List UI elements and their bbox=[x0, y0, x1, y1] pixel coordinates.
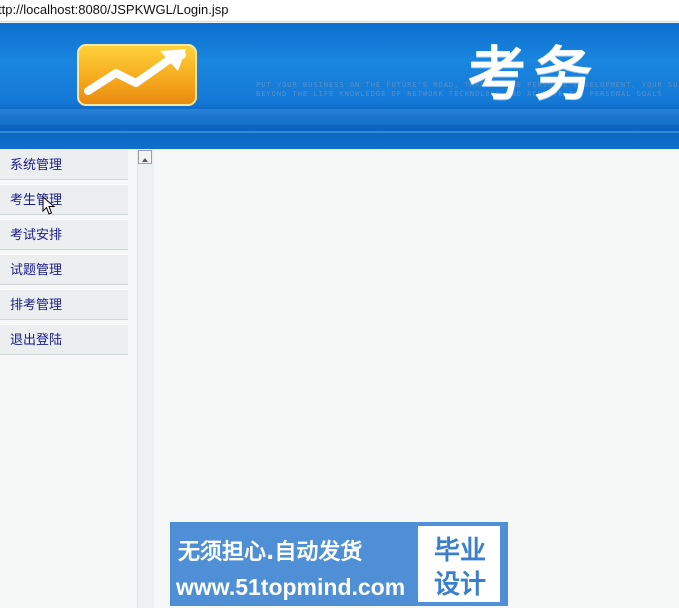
ad-badge-line-1: 毕业 bbox=[433, 536, 486, 566]
sidebar-item-exam-schedule[interactable]: 考试安排 bbox=[0, 219, 128, 250]
sidebar-item-logout[interactable]: 退出登陆 bbox=[0, 324, 128, 355]
address-url[interactable]: ttp://localhost:8080/JSPKWGL/Login.jsp bbox=[0, 0, 229, 20]
sidebar-item-system[interactable]: 系统管理 bbox=[0, 149, 128, 180]
sidebar-menu: 系统管理 考生管理 考试安排 试题管理 排考管理 退出登陆 bbox=[0, 149, 136, 608]
ad-badge-line-2: 设计 bbox=[433, 570, 486, 600]
mouse-cursor-icon bbox=[42, 196, 56, 215]
address-bar[interactable]: ttp://localhost:8080/JSPKWGL/Login.jsp bbox=[0, 0, 679, 22]
banner-divider bbox=[0, 131, 679, 133]
banner-title: 考务 bbox=[468, 40, 601, 108]
ad-banner[interactable]: 无须担心.自动发货 www.51topmind.com 毕业 设计 bbox=[170, 522, 508, 606]
ad-slogan: 无须担心.自动发货 bbox=[178, 540, 363, 565]
header-banner: PUT YOUR BUSINESS ON THE FUTURE'S ROAD, … bbox=[0, 23, 679, 149]
banner-band bbox=[0, 109, 679, 125]
ad-url[interactable]: www.51topmind.com bbox=[176, 574, 405, 601]
ad-badge: 毕业 设计 bbox=[418, 526, 500, 602]
sidebar-item-exam-arrangement[interactable]: 排考管理 bbox=[0, 289, 128, 320]
sidebar-item-candidates[interactable]: 考生管理 bbox=[0, 184, 128, 215]
frame-scrollbar[interactable] bbox=[137, 149, 155, 608]
chevron-up-icon bbox=[142, 158, 148, 162]
chart-logo-icon bbox=[77, 44, 197, 106]
sidebar-item-questions[interactable]: 试题管理 bbox=[0, 254, 128, 285]
scroll-up-button[interactable] bbox=[138, 150, 152, 164]
